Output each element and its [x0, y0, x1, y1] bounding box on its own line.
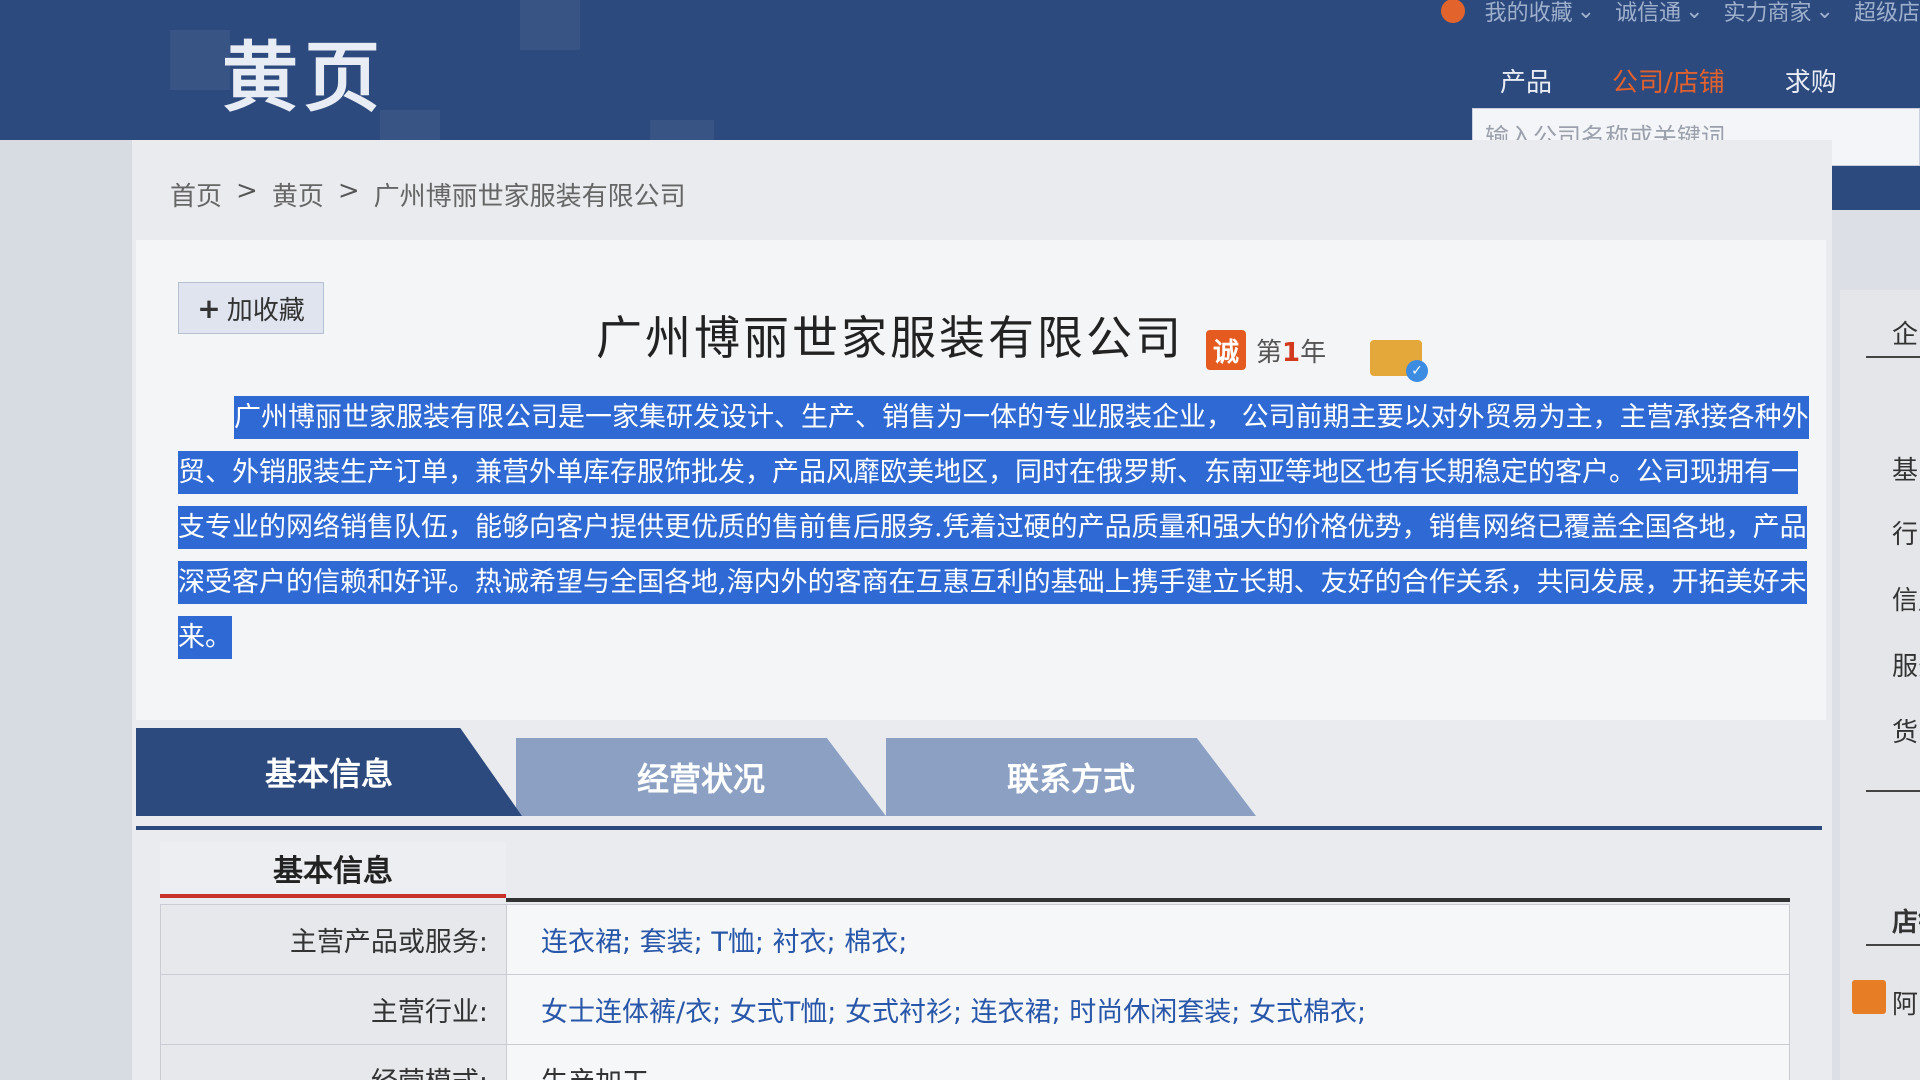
membership-years: 第1年	[1256, 338, 1327, 368]
row-value-link[interactable]: 连衣裙; 套装; T恤; 衬衣; 棉衣;	[506, 904, 1790, 975]
table-row: 主营行业: 女士连体裤/衣; 女式T恤; 女式衬衫; 连衣裙; 时尚休闲套装; …	[160, 974, 1790, 1045]
breadcrumb-home[interactable]: 首页	[170, 176, 222, 213]
notification-icon[interactable]	[1440, 0, 1465, 23]
breadcrumb-current: 广州博丽世家服装有限公司	[373, 182, 686, 212]
check-icon: ✓	[1406, 360, 1428, 382]
top-link-super-store[interactable]: 超级店	[1854, 0, 1920, 27]
store-flag-icon	[1852, 980, 1886, 1014]
top-link-chengxintong[interactable]: 诚信通 ⌄	[1615, 0, 1703, 27]
tab-buying-requests[interactable]: 求购	[1785, 62, 1837, 99]
breadcrumb-yellow-pages[interactable]: 黄页	[272, 176, 324, 213]
sidebar-item-goods[interactable]: 货品	[1892, 712, 1920, 749]
breadcrumb-separator: >	[236, 176, 258, 206]
table-row: 主营产品或服务: 连衣裙; 套装; T恤; 衬衣; 棉衣;	[160, 904, 1790, 975]
section-title: 基本信息	[160, 842, 506, 898]
row-key: 经营模式:	[160, 1044, 507, 1080]
top-link-favorites[interactable]: 我的收藏 ⌄	[1485, 0, 1595, 27]
add-favorite-label: 加收藏	[226, 295, 305, 326]
add-favorite-button[interactable]: + 加收藏	[178, 282, 324, 334]
company-title: 广州博丽世家服装有限公司	[596, 311, 1184, 365]
sidebar-divider	[1866, 790, 1920, 792]
row-value: 生产加工	[506, 1044, 1790, 1080]
breadcrumb: 首页 > 黄页 > 广州博丽世家服装有限公司	[170, 176, 686, 213]
chevron-down-icon: ⌄	[1576, 0, 1596, 24]
top-link-strong-merchants[interactable]: 实力商家 ⌄	[1724, 0, 1834, 27]
row-key: 主营行业:	[160, 974, 507, 1045]
sidebar-item-credit[interactable]: 信用	[1892, 580, 1920, 617]
row-value-link[interactable]: 女士连体裤/衣; 女式T恤; 女式衬衫; 连衣裙; 时尚休闲套装; 女式棉衣;	[506, 974, 1790, 1045]
basic-info-section: 基本信息 主营产品或服务: 连衣裙; 套装; T恤; 衬衣; 棉衣; 主营行业:…	[160, 842, 1800, 1080]
table-row: 经营模式: 生产加工	[160, 1044, 1790, 1080]
section-divider	[506, 842, 1790, 902]
chevron-down-icon: ⌄	[1685, 0, 1704, 24]
sidebar-store-link[interactable]: 阿	[1892, 984, 1918, 1021]
right-sidebar	[1840, 290, 1920, 1080]
chevron-down-icon: ⌄	[1815, 0, 1834, 24]
tab-basic-info[interactable]: 基本信息	[136, 728, 522, 816]
search-category-tabs: 产品 公司/店铺 求购	[1500, 62, 1837, 99]
basic-info-table: 主营产品或服务: 连衣裙; 套装; T恤; 衬衣; 棉衣; 主营行业: 女士连体…	[160, 904, 1790, 1080]
tab-business-status[interactable]: 经营状况	[516, 738, 886, 816]
sidebar-store-heading: 店铺	[1892, 908, 1920, 938]
company-description-text: 广州博丽世家服装有限公司是一家集研发设计、生产、销售为一体的专业服装企业， 公司…	[178, 396, 1809, 659]
plus-icon: +	[197, 291, 221, 325]
tab-companies[interactable]: 公司/店铺	[1612, 62, 1725, 99]
company-description: 广州博丽世家服装有限公司是一家集研发设计、生产、销售为一体的专业服装企业， 公司…	[178, 390, 1810, 665]
breadcrumb-separator: >	[337, 176, 360, 206]
chengxin-badge-icon[interactable]: 诚	[1206, 330, 1246, 370]
sidebar-item-service[interactable]: 服务	[1892, 646, 1920, 683]
top-links: 我的收藏 ⌄ 诚信通 ⌄ 实力商家 ⌄ 超级店	[1440, 0, 1920, 26]
left-gutter	[0, 140, 132, 1080]
sidebar-item-company[interactable]: 企	[1892, 314, 1918, 351]
verified-id-icon[interactable]: ✓	[1370, 340, 1428, 382]
tab-products[interactable]: 产品	[1500, 62, 1552, 99]
site-logo[interactable]: 黄页	[222, 16, 386, 126]
sidebar-item-basic[interactable]: 基	[1892, 450, 1918, 487]
sidebar-divider	[1866, 356, 1920, 358]
sidebar-item-industry[interactable]: 行	[1892, 514, 1918, 551]
tab-contact[interactable]: 联系方式	[886, 738, 1256, 816]
tabs-underline	[136, 826, 1822, 830]
info-tabs: 经营状况 联系方式 基本信息	[136, 728, 1822, 830]
row-key: 主营产品或服务:	[160, 904, 507, 975]
sidebar-divider	[1866, 944, 1920, 946]
